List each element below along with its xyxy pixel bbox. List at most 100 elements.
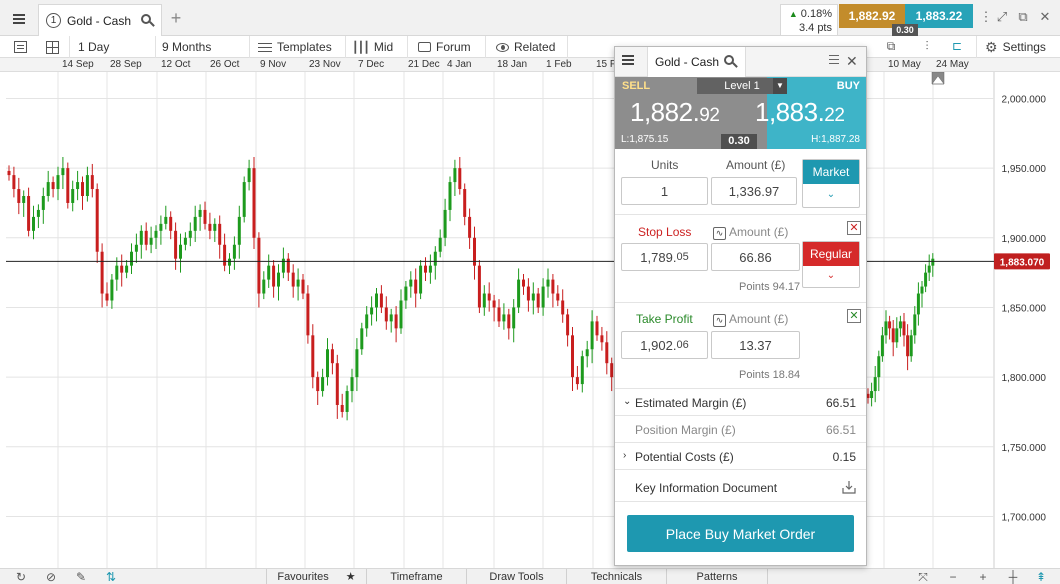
timeframe-select[interactable]: 1 Day xyxy=(72,36,156,58)
indicator-icon[interactable]: ⫶ xyxy=(918,39,936,55)
candle-body xyxy=(247,168,251,183)
timeframe-button[interactable]: Timeframe xyxy=(366,569,466,584)
move-icon[interactable]: ⤧ xyxy=(912,569,934,584)
range-select[interactable]: 9 Months xyxy=(156,36,250,58)
candle-body xyxy=(208,223,212,231)
candle-body xyxy=(17,189,21,203)
candle-body xyxy=(487,293,491,301)
price-tick-label: 1,850.000 xyxy=(1002,303,1047,314)
kid-label: Key Information Document xyxy=(635,481,778,495)
copy-icon[interactable]: ⧉ xyxy=(882,39,900,55)
candle-body xyxy=(927,265,931,273)
candle-body xyxy=(600,335,604,343)
take-profit-remove-icon[interactable]: ✕ xyxy=(847,309,861,323)
date-label: 24 May xyxy=(936,59,969,70)
patterns-button[interactable]: Patterns xyxy=(666,569,768,584)
templates-button[interactable]: Templates xyxy=(250,36,346,58)
technicals-button[interactable]: Technicals xyxy=(566,569,666,584)
ticket-menu-button[interactable] xyxy=(622,55,634,65)
price-type-button[interactable]: ┃┃┃ Mid xyxy=(346,36,408,58)
level-select[interactable]: Level 1 ▼ xyxy=(697,78,787,94)
potential-costs-value: 0.15 xyxy=(832,450,856,464)
related-button[interactable]: Related xyxy=(486,36,568,58)
stop-loss-price-input[interactable]: 1,789. 05 xyxy=(621,243,708,271)
stop-price-main: 1,789. xyxy=(640,249,677,265)
candle-body xyxy=(517,279,521,308)
potential-costs-row[interactable]: › Potential Costs (£) 0.15 xyxy=(615,443,866,470)
candle-body xyxy=(389,314,393,322)
candle-body xyxy=(321,377,325,392)
place-buy-order-button[interactable]: Place Buy Market Order xyxy=(627,515,854,552)
candle-body xyxy=(306,293,310,336)
candle-body xyxy=(384,307,388,322)
close-icon[interactable]: ✕ xyxy=(846,53,858,70)
popout-icon[interactable]: ⧉ xyxy=(1014,8,1032,26)
stop-loss-remove-icon[interactable]: ✕ xyxy=(847,221,861,235)
stop-amount-label: ∿ Amount (£) xyxy=(713,225,788,240)
chevron-down-icon: ⌄ xyxy=(623,396,632,407)
candle-body xyxy=(507,314,511,329)
candle-body xyxy=(913,314,917,336)
settings-button[interactable]: ⚙ Settings xyxy=(976,36,1060,58)
candle-body xyxy=(291,272,295,287)
amount-input[interactable]: 1,336.97 xyxy=(711,177,797,205)
instrument-tab-title: Gold - Cash xyxy=(67,13,132,28)
crosshair-icon[interactable]: ┼ xyxy=(1002,569,1024,584)
zoom-in-icon[interactable]: + xyxy=(972,569,994,584)
refresh-icon[interactable]: ↻ xyxy=(10,569,32,584)
candle-body xyxy=(100,251,104,294)
candle-body xyxy=(169,216,173,231)
drag-handle-icon[interactable] xyxy=(829,55,839,69)
level-value: Level 1 xyxy=(724,80,760,92)
zoom-out-icon[interactable]: − xyxy=(942,569,964,584)
download-icon[interactable] xyxy=(842,480,856,494)
draw-tools-button[interactable]: Draw Tools xyxy=(466,569,566,584)
search-icon[interactable] xyxy=(724,55,738,69)
forum-button[interactable]: Forum xyxy=(408,36,486,58)
candle-body xyxy=(198,209,202,217)
candle-body xyxy=(458,168,462,190)
expand-icon[interactable]: ⤢ xyxy=(993,8,1011,26)
candle-body xyxy=(531,293,535,301)
candle-body xyxy=(880,335,884,357)
favourites-button[interactable]: Favourites ★ xyxy=(266,569,366,584)
pencil-icon[interactable]: ✎ xyxy=(70,569,92,584)
units-input[interactable]: 1 xyxy=(621,177,708,205)
tab-number-badge: 1 xyxy=(46,13,61,28)
candle-body xyxy=(428,265,432,273)
add-tab-button[interactable]: + xyxy=(166,8,186,28)
stop-loss-section: Stop Loss ∿ Amount (£) ✕ 1,789. 05 66.86 R… xyxy=(615,215,866,303)
candle-body xyxy=(404,286,408,301)
wave-icon[interactable]: ∿ xyxy=(713,227,726,240)
take-profit-amount-input[interactable]: 13.37 xyxy=(711,331,800,359)
candle-body xyxy=(120,265,124,273)
buy-price-fraction: 22 xyxy=(824,105,845,126)
estimated-margin-row[interactable]: ⌄ Estimated Margin (£) 66.51 xyxy=(615,389,866,416)
candle-body xyxy=(32,216,35,231)
stop-type-button[interactable]: Regular ⌄ xyxy=(802,241,860,288)
instrument-tab[interactable]: 1 Gold - Cash xyxy=(38,4,162,36)
layout-button[interactable] xyxy=(40,36,70,58)
candle-body xyxy=(159,223,163,231)
arrows-icon[interactable]: ⇅ xyxy=(100,569,122,584)
list-view-button[interactable] xyxy=(8,36,36,58)
candle-body xyxy=(394,314,398,329)
close-icon[interactable]: ✕ xyxy=(1036,8,1054,26)
search-icon[interactable] xyxy=(141,13,155,28)
disable-icon[interactable]: ⊘ xyxy=(40,569,62,584)
take-profit-price-input[interactable]: 1,902. 06 xyxy=(621,331,708,359)
candle-body xyxy=(335,363,339,405)
fit-icon[interactable]: ⇞ xyxy=(1030,569,1052,584)
stop-loss-amount-input[interactable]: 66.86 xyxy=(711,243,800,271)
main-menu-button[interactable] xyxy=(4,6,34,32)
candle-body xyxy=(76,182,80,190)
label-icon[interactable]: ⊏ xyxy=(948,39,966,55)
price-chart[interactable]: 2,000.000 1,950.000 1,900.000 1,850.000 1,80… xyxy=(0,72,1060,568)
wave-icon[interactable]: ∿ xyxy=(713,314,726,327)
sell-price-fraction: 92 xyxy=(699,105,720,126)
candle-body xyxy=(90,175,94,190)
candle-body xyxy=(895,328,899,343)
order-type-button[interactable]: Market ⌄ xyxy=(802,159,860,208)
date-label: 21 Dec xyxy=(408,59,440,70)
kid-row[interactable]: Key Information Document xyxy=(615,472,866,502)
